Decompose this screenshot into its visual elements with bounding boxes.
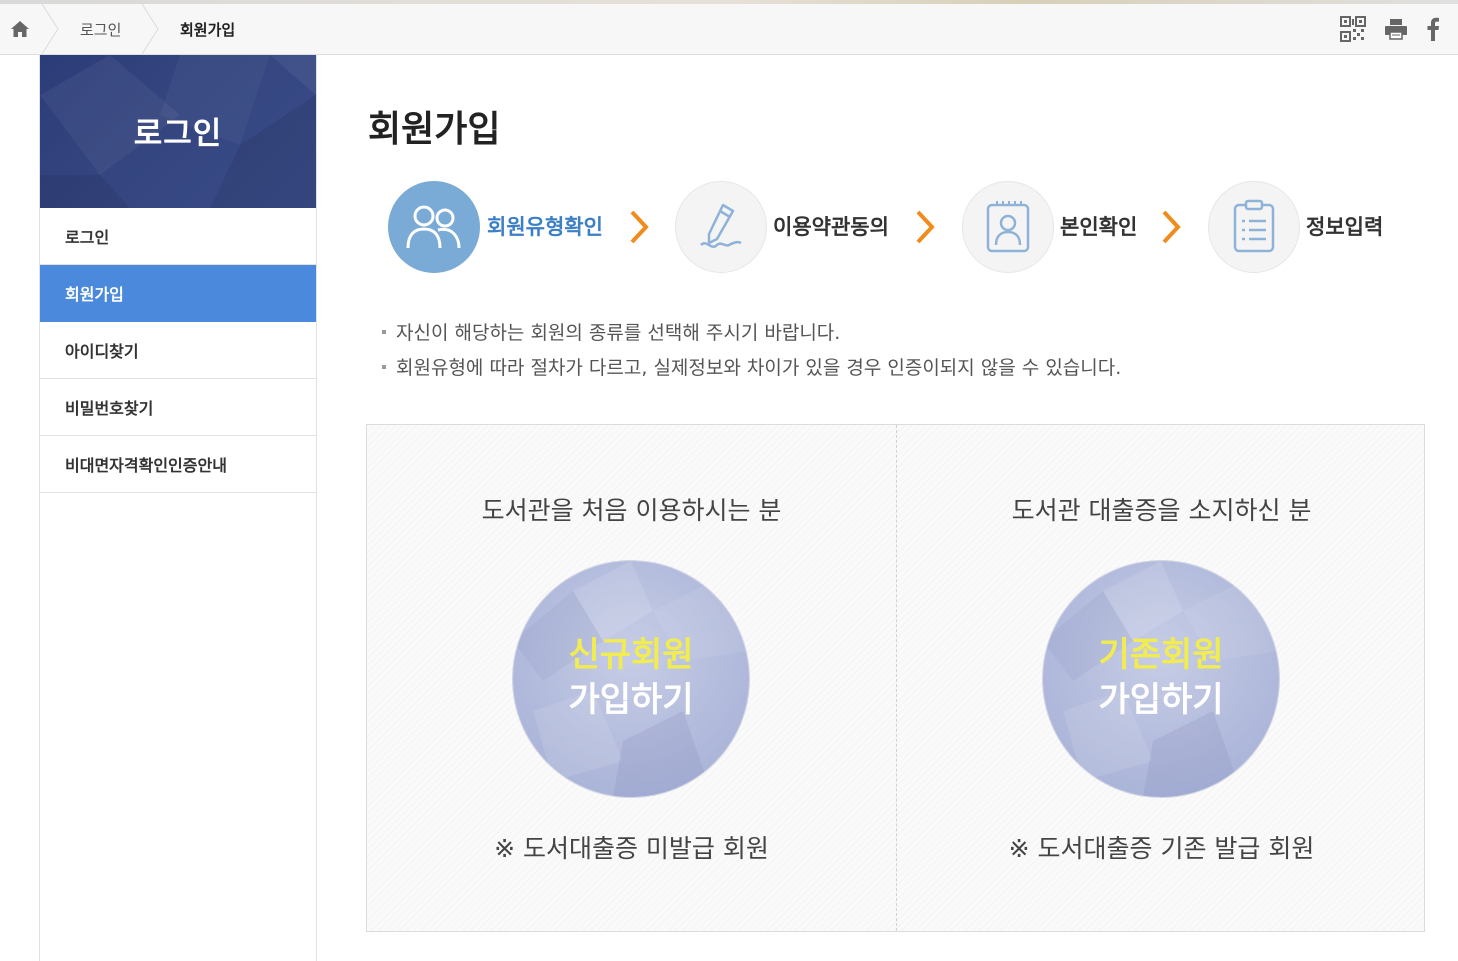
note-item: 자신이 해당하는 회원의 종류를 선택해 주시기 바랍니다. (382, 318, 1121, 353)
breadcrumb-separator (141, 4, 159, 54)
sidebar-header: 로그인 (40, 55, 316, 208)
step-circle-identity (962, 181, 1054, 273)
existing-member-panel: 도서관 대출증을 소지하신 분 기존회원 가입하기 ※ 도서대출증 기존 발급 … (897, 425, 1426, 931)
breadcrumb-separator (41, 4, 59, 54)
new-member-button-line1: 신규회원 (568, 635, 694, 675)
print-icon (1385, 19, 1407, 40)
existing-member-footnote: ※ 도서대출증 기존 발급 회원 (1008, 834, 1315, 863)
sidebar-item-signup[interactable]: 회원가입 (40, 265, 316, 322)
step-label-info-input: 정보입력 (1306, 215, 1384, 239)
step-label-identity: 본인확인 (1060, 215, 1138, 239)
sidebar-item-find-password[interactable]: 비밀번호찾기 (40, 379, 316, 436)
note-item: 회원유형에 따라 절차가 다르고, 실제정보와 차이가 있을 경우 인증이되지 … (382, 353, 1121, 388)
existing-member-button-label: 기존회원 가입하기 (1043, 633, 1279, 723)
chevron-right-icon (916, 210, 935, 244)
sidebar-item-find-id[interactable]: 아이디찾기 (40, 322, 316, 379)
print-button[interactable] (1384, 18, 1408, 40)
breadcrumb-item-current: 회원가입 (180, 20, 236, 39)
sidebar-item-login[interactable]: 로그인 (40, 208, 316, 265)
existing-member-heading: 도서관 대출증을 소지하신 분 (1011, 496, 1312, 525)
users-icon (406, 205, 461, 249)
home-icon (11, 21, 29, 37)
qr-code-icon (1340, 16, 1366, 42)
new-member-join-button[interactable]: 신규회원 가입하기 (513, 561, 749, 797)
sidebar-title: 로그인 (133, 115, 223, 152)
existing-member-button-line2: 가입하기 (1098, 680, 1224, 720)
breadcrumb-item-login[interactable]: 로그인 (80, 4, 121, 54)
chevron-right-icon (1162, 210, 1181, 244)
clipboard-list-icon (1233, 199, 1275, 253)
step-label-member-type: 회원유형확인 (487, 215, 603, 239)
new-member-panel: 도서관을 처음 이용하시는 분 신규회원 가입하기 ※ 도서대출증 미발급 회원 (367, 425, 896, 931)
step-circle-member-type (388, 181, 480, 273)
facebook-share-button[interactable] (1426, 17, 1440, 41)
new-member-footnote: ※ 도서대출증 미발급 회원 (494, 834, 769, 863)
signup-steps: 회원유형확인 이용약관동의 본인확인 정보입력 (388, 181, 1428, 275)
instruction-notes: 자신이 해당하는 회원의 종류를 선택해 주시기 바랍니다. 회원유형에 따라 … (382, 318, 1121, 388)
qr-code-button[interactable] (1340, 16, 1366, 42)
page-title: 회원가입 (368, 109, 501, 150)
step-label-terms: 이용약관동의 (773, 215, 889, 239)
sidebar: 로그인 로그인 회원가입 아이디찾기 비밀번호찾기 비대면자격확인인증안내 (39, 55, 317, 961)
existing-member-button-line1: 기존회원 (1098, 635, 1224, 675)
new-member-button-line2: 가입하기 (568, 680, 694, 720)
existing-member-join-button[interactable]: 기존회원 가입하기 (1043, 561, 1279, 797)
breadcrumb: 로그인 회원가입 (0, 4, 1458, 55)
step-circle-terms (675, 181, 767, 273)
home-button[interactable] (0, 4, 40, 54)
pen-signature-icon (700, 203, 742, 248)
sidebar-item-noncontact-verification[interactable]: 비대면자격확인인증안내 (40, 436, 316, 493)
facebook-icon (1427, 17, 1439, 41)
new-member-heading: 도서관을 처음 이용하시는 분 (481, 496, 782, 525)
step-circle-info-input (1208, 181, 1300, 273)
new-member-button-label: 신규회원 가입하기 (513, 633, 749, 723)
chevron-right-icon (630, 210, 649, 244)
id-badge-icon (986, 201, 1030, 253)
member-type-choice-box: 도서관을 처음 이용하시는 분 신규회원 가입하기 ※ 도서대출증 미발급 회원… (366, 424, 1425, 932)
